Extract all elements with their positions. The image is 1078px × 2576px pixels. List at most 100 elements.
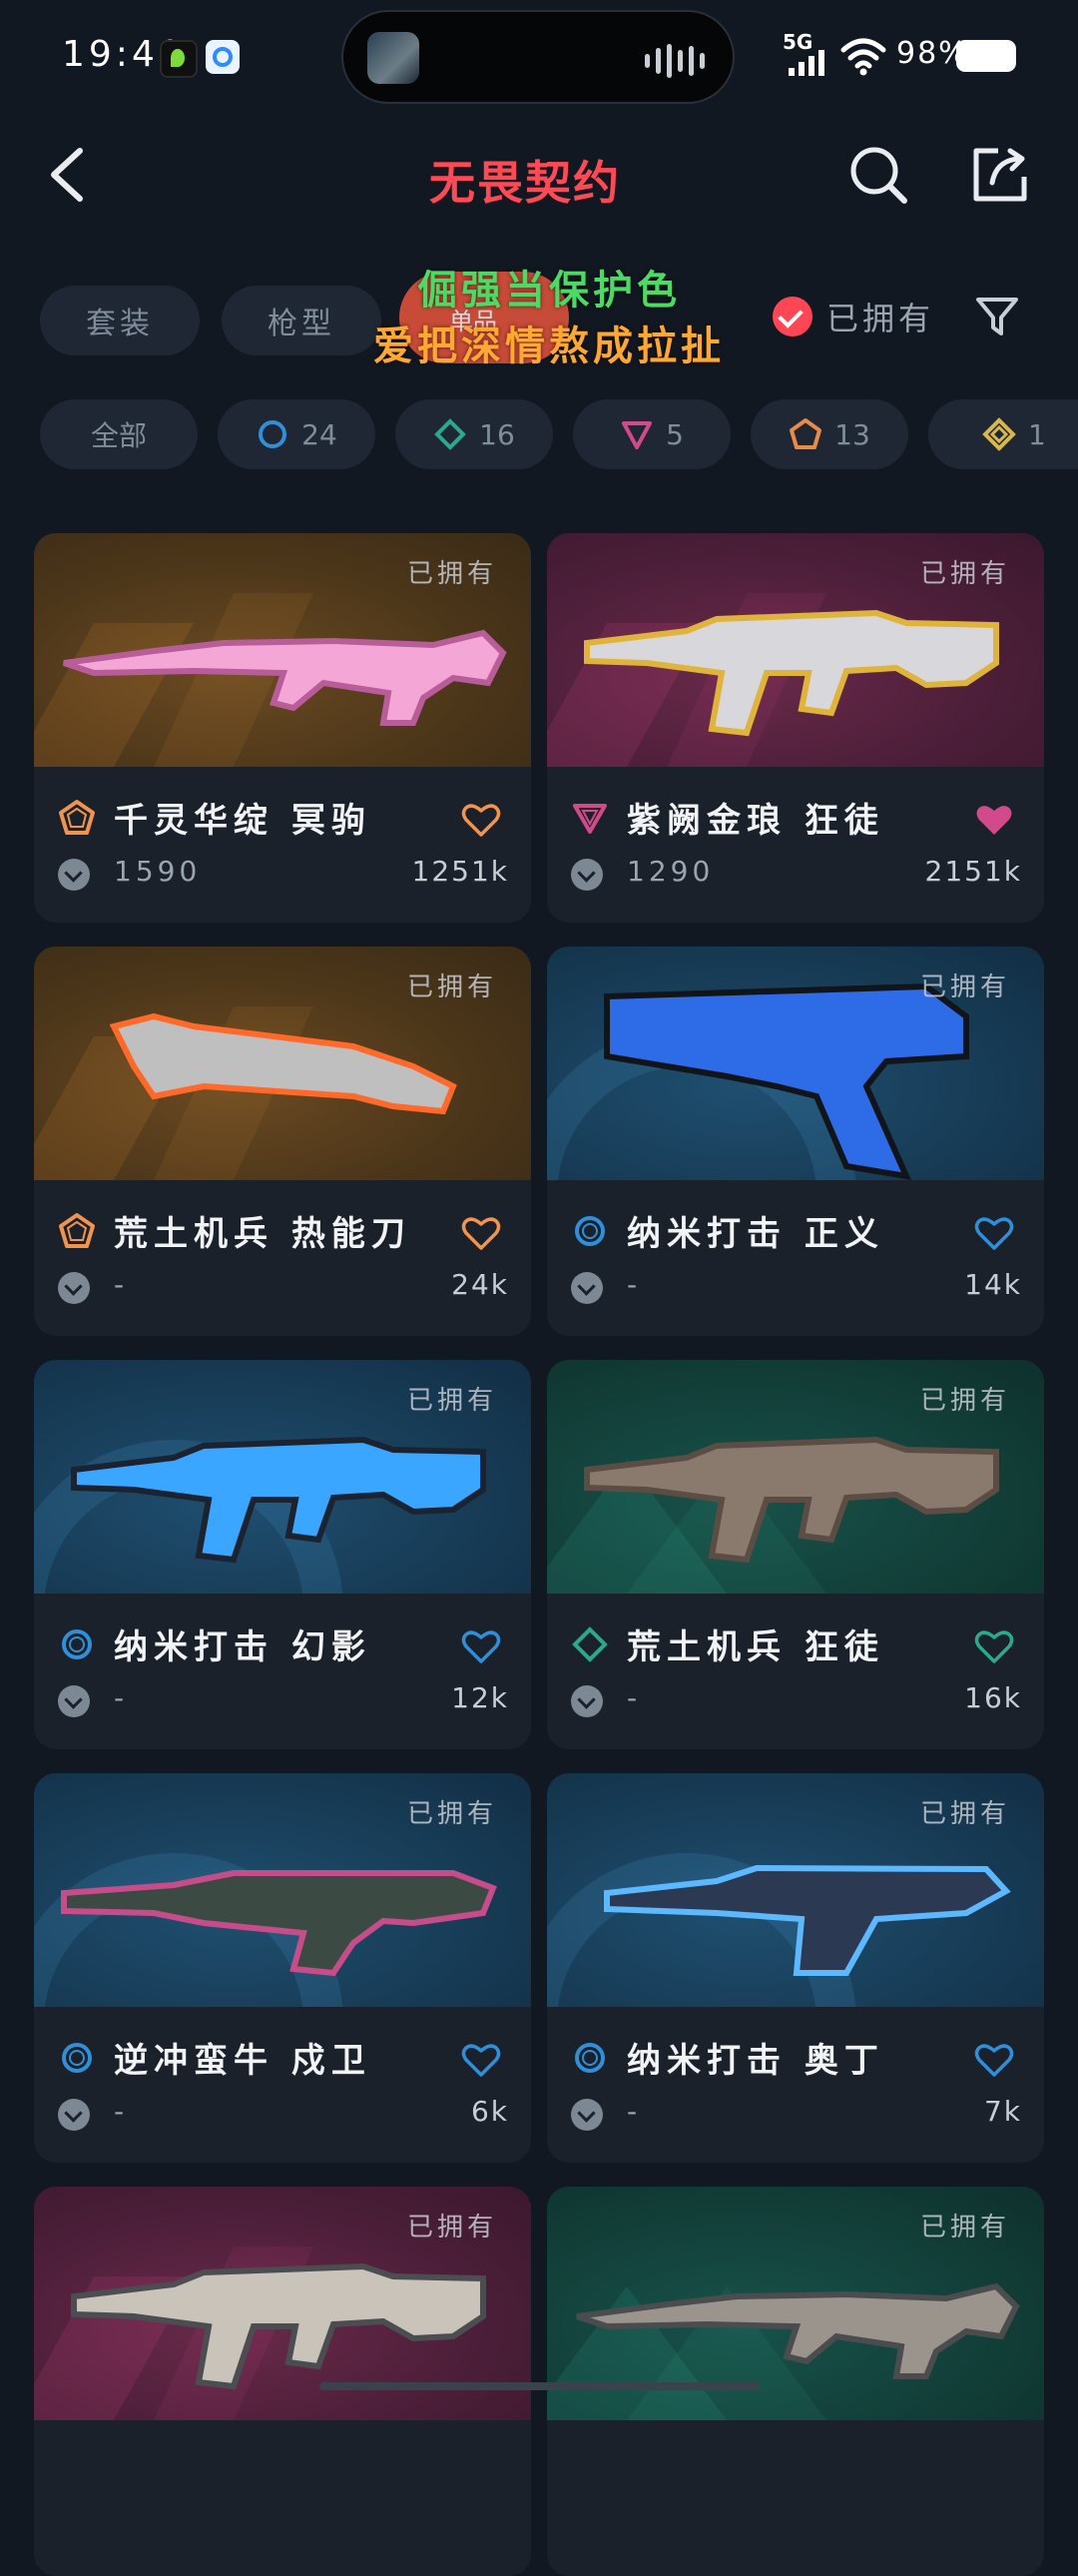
dynamic-island[interactable] [341, 10, 735, 104]
heart-outline-icon[interactable] [461, 2041, 501, 2079]
like-count: 24k [451, 1268, 509, 1301]
page-title: 无畏契约 [429, 156, 621, 210]
skin-info: 逆冲蛮牛 戍卫 - 6k [34, 2007, 531, 2163]
tier-count: 16 [479, 417, 515, 451]
skin-artwork: 已拥有 [34, 947, 531, 1180]
owned-badge: 已拥有 [919, 1799, 1010, 1829]
tab-bundle[interactable]: 套装 [40, 286, 200, 355]
skin-artwork: 已拥有 [34, 533, 531, 767]
home-indicator[interactable] [319, 2382, 759, 2390]
skin-card[interactable]: 已拥有 逆冲蛮牛 戍卫 - 6k [34, 1773, 531, 2163]
wifi-icon [840, 38, 886, 76]
valorant-points-icon [58, 1685, 90, 1717]
share-icon[interactable] [968, 143, 1032, 207]
skin-card[interactable]: 已拥有 [547, 2187, 1044, 2576]
heart-outline-icon[interactable] [461, 801, 501, 839]
valorant-points-icon [571, 859, 603, 891]
signal-icon [789, 50, 824, 76]
skin-card[interactable]: 已拥有 [34, 2187, 531, 2576]
skin-name: 千灵华绽 冥驹 [114, 801, 371, 841]
tier-badge-icon [62, 2043, 92, 2073]
skin-info: 千灵华绽 冥驹 1590 1251k [34, 767, 531, 923]
valorant-points-icon [58, 1272, 90, 1304]
skin-info: 纳米打击 奥丁 - 7k [547, 2007, 1044, 2163]
skin-card[interactable]: 已拥有 纳米打击 幻影 - 12k [34, 1360, 531, 1749]
tier-badge-icon [573, 804, 607, 834]
skin-info: 荒土机兵 狂徒 - 16k [547, 1594, 1044, 1749]
heart-outline-icon[interactable] [974, 1627, 1014, 1665]
tier-premium[interactable]: 5 [573, 399, 731, 469]
owned-badge: 已拥有 [406, 972, 497, 1002]
owned-badge: 已拥有 [919, 1386, 1010, 1416]
search-icon[interactable] [846, 143, 910, 207]
like-count: 1251k [411, 855, 509, 888]
checkbox-checked-icon[interactable] [773, 297, 812, 336]
tab-weapon-type[interactable]: 枪型 [222, 286, 381, 355]
tier-exclusive[interactable]: 13 [751, 399, 908, 469]
tier-count: 13 [834, 417, 870, 451]
skin-price: 1590 [114, 855, 202, 888]
exclusive-tier-icon [790, 418, 822, 449]
owned-toggle[interactable]: 已拥有 [773, 294, 934, 339]
tier-filter-row: 全部 24 16 5 13 1 [0, 399, 1078, 475]
like-count: 12k [451, 1681, 509, 1714]
skin-card[interactable]: 已拥有 荒土机兵 热能刀 - 24k [34, 947, 531, 1336]
owned-badge: 已拥有 [406, 2213, 497, 2243]
skin-name: 纳米打击 正义 [627, 1214, 884, 1254]
valorant-points-icon [571, 1685, 603, 1717]
skin-card[interactable]: 已拥有 千灵华绽 冥驹 1590 1251k [34, 533, 531, 923]
heart-filled-icon[interactable] [974, 801, 1014, 839]
app-header: 无畏契约 [0, 115, 1078, 245]
owned-badge: 已拥有 [919, 2213, 1010, 2243]
valorant-points-icon [571, 2099, 603, 2131]
status-bar: 19:40 5G 98% [0, 0, 1078, 115]
back-arrow-icon[interactable] [44, 145, 92, 205]
skin-artwork: 已拥有 [34, 1773, 531, 2007]
browser-app-icon [206, 40, 240, 74]
ultra-tier-icon [982, 417, 1016, 451]
tier-count: 24 [301, 417, 337, 451]
category-filter-row: 套装 枪型 单品 已拥有 [0, 272, 1078, 363]
owned-badge: 已拥有 [919, 559, 1010, 589]
valorant-points-icon [58, 2099, 90, 2131]
tier-deluxe[interactable]: 16 [395, 399, 553, 469]
audio-wave-icon [645, 44, 705, 78]
tab-single-item[interactable]: 单品 [399, 272, 569, 363]
tier-count: 5 [666, 417, 684, 451]
skin-price: - [114, 1681, 129, 1714]
heart-outline-icon[interactable] [974, 2041, 1014, 2079]
skin-price: 1290 [627, 855, 715, 888]
skin-card[interactable]: 已拥有 纳米打击 奥丁 - 7k [547, 1773, 1044, 2163]
skin-price: - [627, 2095, 642, 2128]
skin-card[interactable]: 已拥有 荒土机兵 狂徒 - 16k [547, 1360, 1044, 1749]
skin-price: - [627, 1268, 642, 1301]
tier-select[interactable]: 24 [218, 399, 375, 469]
skin-artwork: 已拥有 [547, 1360, 1044, 1594]
premium-tier-icon [622, 421, 653, 449]
skin-name: 荒土机兵 狂徒 [627, 1627, 884, 1667]
skin-price: - [627, 1681, 642, 1714]
skin-card[interactable]: 已拥有 纳米打击 正义 - 14k [547, 947, 1044, 1336]
tier-ultra[interactable]: 1 [928, 399, 1078, 469]
skin-price: - [114, 1268, 129, 1301]
like-count: 16k [964, 1681, 1022, 1714]
skin-info: 紫阙金琅 狂徒 1290 2151k [547, 767, 1044, 923]
skin-name: 逆冲蛮牛 戍卫 [114, 2041, 371, 2081]
like-count: 7k [983, 2095, 1022, 2128]
heart-outline-icon[interactable] [461, 1627, 501, 1665]
skin-price: - [114, 2095, 129, 2128]
select-tier-icon [259, 420, 287, 448]
tier-badge-icon [59, 800, 95, 835]
deluxe-tier-icon [434, 418, 467, 450]
heart-outline-icon[interactable] [461, 1214, 501, 1252]
skin-card[interactable]: 已拥有 紫阙金琅 狂徒 1290 2151k [547, 533, 1044, 923]
tier-all[interactable]: 全部 [40, 399, 198, 469]
heart-outline-icon[interactable] [974, 1214, 1014, 1252]
owned-badge: 已拥有 [406, 1799, 497, 1829]
tier-badge-icon [59, 1213, 95, 1248]
owned-badge: 已拥有 [919, 972, 1010, 1002]
skin-artwork: 已拥有 [34, 1360, 531, 1594]
skin-name: 纳米打击 奥丁 [627, 2041, 884, 2081]
filter-icon[interactable] [974, 294, 1020, 339]
like-count: 6k [470, 2095, 509, 2128]
